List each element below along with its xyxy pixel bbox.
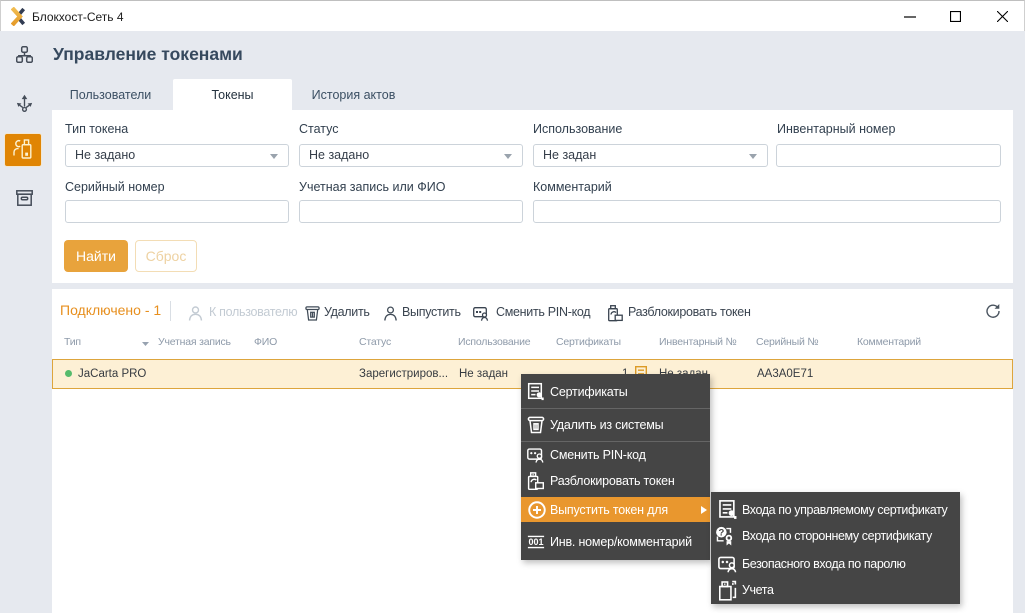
svg-text:?: ? [718,528,724,539]
svg-text:001: 001 [528,537,543,547]
